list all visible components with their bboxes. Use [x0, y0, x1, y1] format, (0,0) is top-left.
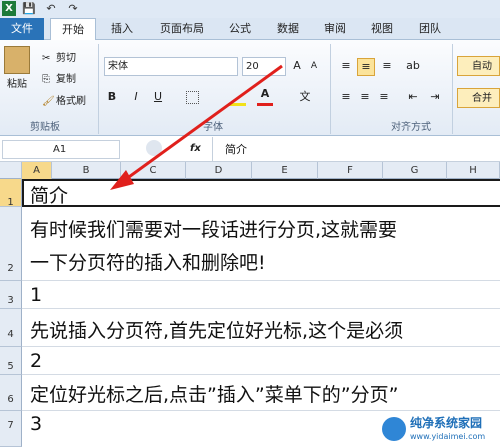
watermark-logo-icon: [382, 417, 406, 441]
annotation-arrow-icon: [110, 64, 283, 190]
watermark: 纯净系统家园 www.yidaimei.com: [378, 411, 500, 447]
watermark-url: www.yidaimei.com: [410, 432, 486, 441]
watermark-name: 纯净系统家园: [410, 416, 483, 430]
